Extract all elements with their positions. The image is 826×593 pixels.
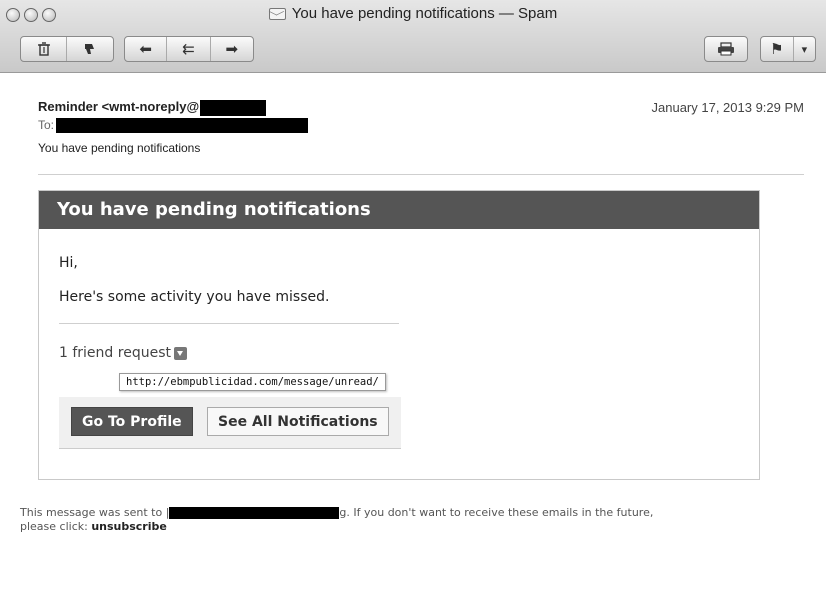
- reply-group: ⬅ ⇇ ➡: [124, 36, 254, 62]
- to-label: To:: [38, 118, 55, 132]
- header-separator: [38, 174, 804, 175]
- friend-request-link[interactable]: 1 friend request: [59, 345, 187, 361]
- print-group: [704, 36, 748, 62]
- see-all-notifications-button[interactable]: See All Notifications: [207, 407, 389, 436]
- message-date: January 17, 2013 9:29 PM: [651, 100, 805, 115]
- flag-button[interactable]: ⚑: [761, 37, 794, 61]
- intro-text: Here's some activity you have missed.: [59, 289, 330, 305]
- link-url-tooltip: http://ebmpublicidad.com/message/unread/: [119, 373, 386, 391]
- footer-text: This message was sent to | g. If you don'…: [20, 506, 653, 534]
- flag-menu-button[interactable]: ▾: [794, 37, 815, 61]
- thumbs-down-icon: [85, 44, 94, 54]
- sender-line: Reminder <wmt-noreply@: [38, 99, 267, 116]
- sender: Reminder <wmt-noreply@: [38, 99, 200, 114]
- email-card: You have pending notifications Hi, Here'…: [38, 190, 760, 480]
- redacted-recipient: [56, 118, 309, 134]
- printer-icon: [718, 42, 734, 56]
- content-divider: [59, 323, 399, 324]
- forward-button[interactable]: ➡: [211, 37, 253, 61]
- print-button[interactable]: [705, 37, 747, 61]
- chevron-down-icon: ▾: [801, 42, 808, 56]
- go-to-profile-button[interactable]: Go To Profile: [71, 407, 193, 436]
- action-button-box: Go To Profile See All Notifications: [59, 397, 401, 449]
- dropdown-icon: [173, 346, 187, 360]
- trash-icon: [37, 42, 50, 56]
- delete-button[interactable]: [21, 37, 68, 61]
- email-heading: You have pending notifications: [39, 191, 759, 229]
- redacted-sender-domain: [200, 99, 267, 116]
- reply-button[interactable]: ⬅: [125, 37, 168, 61]
- redacted-email: [169, 507, 340, 519]
- reply-all-button[interactable]: ⇇: [167, 37, 211, 61]
- friend-request-label: 1 friend request: [59, 345, 171, 361]
- envelope-icon: [268, 8, 286, 21]
- junk-button[interactable]: [67, 37, 113, 61]
- flag-icon: ⚑: [770, 40, 784, 58]
- flag-group: ⚑ ▾: [760, 36, 816, 62]
- delete-junk-group: [20, 36, 114, 62]
- window-title: You have pending notifications — Spam: [0, 5, 826, 22]
- footer-sent-to: This message was sent to |: [20, 506, 170, 519]
- greeting: Hi,: [59, 255, 78, 271]
- to-line: To:: [38, 118, 309, 134]
- window-titlebar: You have pending notifications — Spam ⬅ …: [0, 0, 826, 73]
- footer-please-click: please click:: [20, 520, 88, 533]
- subject: You have pending notifications: [38, 141, 201, 155]
- unsubscribe-link[interactable]: unsubscribe: [91, 520, 167, 533]
- footer-opt-out: g. If you don't want to receive these em…: [339, 506, 654, 519]
